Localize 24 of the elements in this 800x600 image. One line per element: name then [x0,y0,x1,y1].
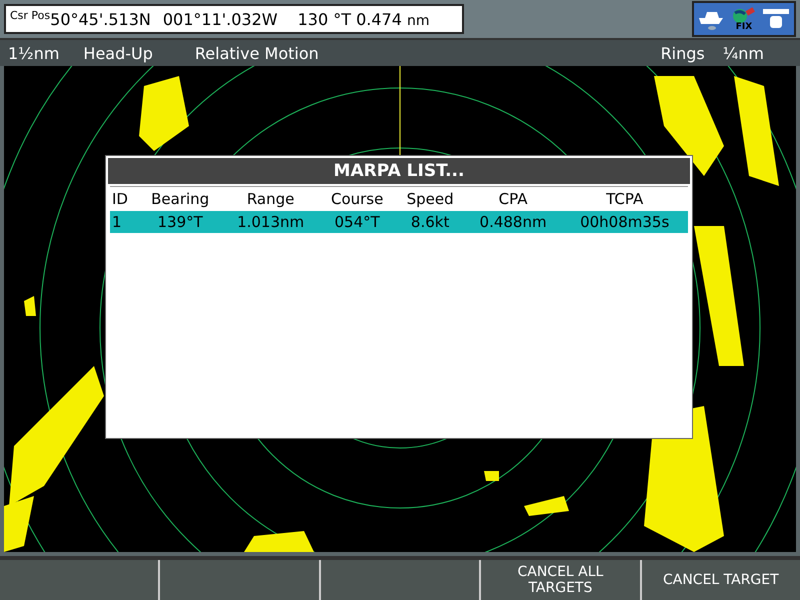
globe-satellite-icon [731,6,757,22]
fix-label: FIX [736,22,752,32]
table-cell: 139°T [138,211,222,233]
table-cell: 1 [110,211,138,233]
column-header: CPA [464,186,562,211]
dialog-title: MARPA LIST... [108,158,690,184]
table-cell: 00h08m35s [561,211,688,233]
column-header: Course [318,186,396,211]
table-cell: 1.013nm [222,211,319,233]
target-row[interactable]: 1 139°T 1.013nm 054°T 8.6kt 0.488nm 00h08m35s [110,211,688,233]
table-cell: 8.6kt [395,211,465,233]
column-header: Bearing [138,186,222,211]
orientation-label: Head-Up [83,44,153,62]
rings-value: ¼nm [722,44,764,62]
range-label: 1½nm [8,44,60,62]
table-cell: 054°T [318,211,396,233]
column-header: Range [222,186,319,211]
column-header: TCPA [561,186,688,211]
rings-label: Rings [660,44,705,62]
column-header: ID [110,186,138,211]
table-cell: 0.488nm [464,211,562,233]
motion-label: Relative Motion [194,44,319,62]
column-header: Speed [395,186,465,211]
gps-fix-indicator[interactable]: FIX [731,6,757,32]
